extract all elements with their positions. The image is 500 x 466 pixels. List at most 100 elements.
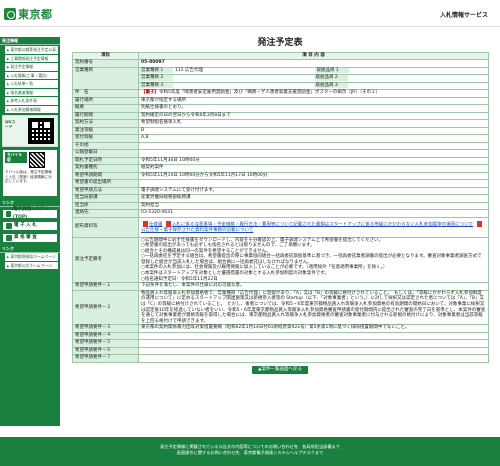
tokyo-emblem-icon [4,8,16,20]
item-value [348,83,489,89]
contract-no: 05-00097 [138,59,489,68]
row-value: 03-5320-4631 [138,209,489,218]
requirement-label: 希望申請要件－５ [72,339,139,348]
qr-label: QRコード [5,119,15,129]
requirement-label: 希望申請要件－２ [72,289,139,326]
sidebar-section-title: 発注情報 [0,37,60,45]
business-type-label: 営業種目 2 [139,75,173,81]
back-to-list-button[interactable]: ▲案件一覧画面へ戻る [252,365,308,374]
row-value: 令和5年11月30日 10時00分 [138,156,489,165]
row-value: 契約担当 [138,201,489,210]
doc-link[interactable]: 仕様書 [149,222,163,227]
system-icon [6,211,11,217]
extra-links-title: リンク [0,245,60,253]
requirement-label: 希望申請要件－６ [72,346,139,356]
row-value [138,149,489,158]
pdf-icon [476,220,482,227]
pdf-icon [165,220,171,227]
column-header-item: 項目 [72,52,139,60]
subject-label: 件 名 [72,89,139,98]
item-value [348,75,489,81]
doc-link[interactable]: 入札に係る注意事項・予定価格・履行方法・費用等について記載された書類はスタートア… [172,222,473,227]
header-bar: 東京都 入札情報サービス [0,0,500,27]
e-procurement-button[interactable]: 電子調達システム(TOP) [2,207,58,220]
requirement-label: 希望申請要件－３ [72,324,139,333]
doc-link[interactable]: 公告仕様・電子保存された資料案件事務の記載について [141,228,253,233]
row-label: 開札予定日時 [72,156,139,165]
contract-no-label: 契約番号 [72,59,139,68]
column-header-content: 項 目 内 容 [138,52,489,60]
row-label: 履行期間 [72,111,139,120]
row-value: 東京都が指定する場所 [138,96,489,105]
subject-cell: 【電子】令和5年度「障害者安定雇用奨励金」及び「職務・ゲ人患者就業支援奨励金」ポ… [138,89,489,98]
row-value: A,B [138,134,489,143]
button-label: 電 子 入 札 [14,223,37,228]
e-bidding-button[interactable]: 電 子 入 札 [2,221,58,231]
requirement-value: 下記条件を満たし、本案件の仕様に対応可能な者。 [138,282,489,291]
item-label: 取扱品目 2 [313,75,348,81]
row-value: 紙契約案件 [138,164,489,173]
finance-bureau-link[interactable]: 東京都財務局ホームページ [2,253,58,261]
row-value [138,141,489,150]
row-value: 契約確定の日の翌日から令和6年3月8日まで [138,111,489,120]
business-type-label: 営業種目 1 [139,67,173,74]
notes-label: 発注予定備考 [72,236,139,284]
tokyo-logo[interactable]: 東京都 [4,6,53,22]
mobile-text: モバイル版は、発注予定情報と入札（発案）経過情報に対応しています。 [5,170,52,184]
main-content: 発注予定表 項目項 目 内 容 契約番号 05-00097 営業種目 営業種目 1… [72,37,489,374]
item-value [349,68,489,74]
button-label: 資 格 審 査 [14,235,37,240]
tokyo-official-link[interactable]: 東京都公式ホームページ [2,261,58,269]
logo-text: 東京都 [18,8,53,21]
notes-cell: ○公告期間中に必ず仕様書をダウンロードし、内容を十分確認の上、電子調達システム上… [138,236,489,284]
row-value: B [138,126,489,135]
requirement-value [138,331,489,341]
row-value: 産業労働局総務部総務課 [138,194,489,203]
note-line: ○指名通知予定日：令和5年11月22日 [141,276,218,282]
requirement-value [138,354,489,363]
footer: 発注予定情報に掲載されている公告文の内容等についてのお問い合わせ先 各局所担当部… [0,437,500,466]
sidebar-item[interactable]: 指名業者情報 [2,88,58,96]
row-value: 令和5年11月14日 10時00分から令和5年11月17日 16時00分 [138,171,489,180]
sidebar-item[interactable]: 工事関係発注予定情報 [2,54,58,62]
row-label: 希望書の提出場所 [72,179,139,188]
requirement-value [138,346,489,356]
detail-table: 項目項 目 内 容 契約番号 05-00097 営業種目 営業種目 1 115 広告… [72,52,489,363]
business-type-value [173,75,314,81]
mobile-title[interactable]: モバイル版 [5,152,27,163]
button-label: 電子調達システム(TOP) [12,207,49,220]
docs-cell: 仕様書 入札に係る注意事項・予定価格・履行方法・費用等について記載された書類はス… [138,216,489,238]
pdf-icon [143,220,148,227]
item-label: 取扱品目 1 [314,67,349,74]
row-label: 契約書種別 [72,164,139,173]
footer-line: 画面操作に関するお問い合わせ先 東京都電子調達システムヘルプデスクまで [176,450,324,455]
row-label: 公報登載日 [72,149,139,158]
requirement-label: 希望申請要件－７ [72,354,139,363]
note-line: ○一括再委託を予定する組合は、希望書提出の際に事業協同組合一括再委託取扱基準に基… [141,254,482,265]
sidebar-item[interactable]: 東京都公報等発注予定公表 [2,46,58,54]
sidebar-item[interactable]: 入札参加資格情報 [2,105,58,113]
requirement-value: 東京都の契約関係暴力団等対策措置要綱（昭和62年1月14日付61財経庶第922号… [138,324,489,333]
business-label: 営業種目 [72,66,139,90]
business-type-value [173,83,314,89]
subject-value: 令和5年度「障害者安定雇用奨励金」及び「職務・ゲ人患者就業支援奨励金」ポスターの… [159,90,381,95]
mobile-box: モバイル版 モバイル版は、発注予定情報と入札（発案）経過情報に対応しています。 [2,149,58,197]
business-type-value: 115 広告代理 [175,67,204,73]
requirement-label: 希望申請要件－１ [72,282,139,291]
row-label: 担当局部課 [72,194,139,203]
row-label: 受付等級 [72,134,139,143]
electronic-badge: 【電子】 [141,90,159,95]
row-value: 別紙仕様書のとおり。 [138,104,489,113]
row-label: 希望申請期間 [72,171,139,180]
row-label: 希望申請方法 [72,186,139,195]
requirement-label: 希望申請要件－４ [72,331,139,341]
item-label: 取扱品目 3 [313,82,348,89]
requirement-value [138,339,489,348]
requirement-value: 物品買入れ等競争入札参加資格者で、営業種目「広告代理」に登録があり、「A」又は「… [138,289,489,326]
sidebar-item[interactable]: 入札情報(工事・委託) [2,71,58,79]
sidebar-item[interactable]: 発注予定情報 [2,63,58,71]
sidebar-item[interactable]: 入札結果一覧 [2,80,58,88]
docs-label: 配布資料等 [72,216,139,238]
qualification-button[interactable]: 資 格 審 査 [2,233,58,243]
sidebar-item[interactable]: 参考入札条件表 [2,97,58,105]
